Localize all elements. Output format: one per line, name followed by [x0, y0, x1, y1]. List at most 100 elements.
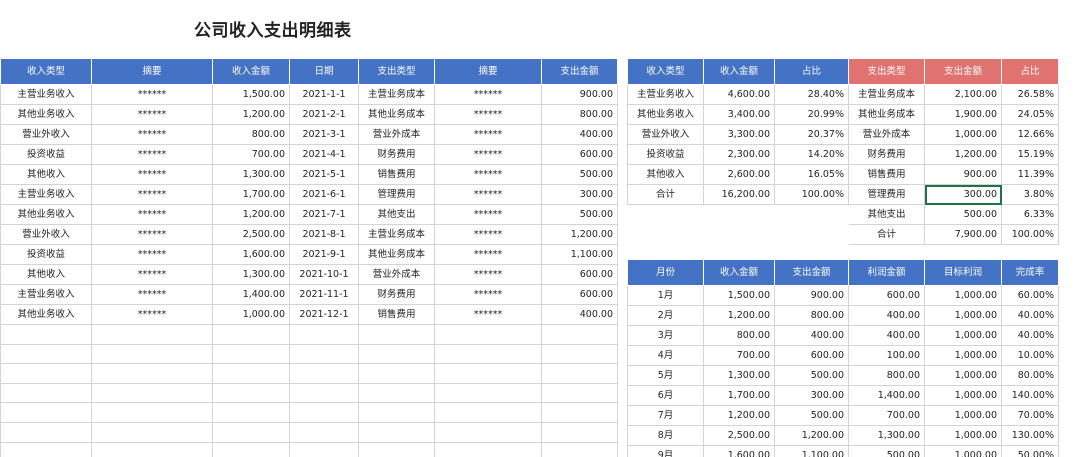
table-cell[interactable]: 800.00	[774, 305, 849, 326]
table-cell[interactable]: 1,100.00	[541, 244, 618, 265]
table-cell[interactable]	[212, 421, 290, 443]
table-cell[interactable]: 600.00	[774, 345, 849, 366]
table-cell[interactable]: 800.00	[212, 124, 290, 145]
table-cell[interactable]: ******	[91, 224, 213, 245]
table-cell[interactable]: ******	[91, 184, 213, 205]
table-cell[interactable]	[434, 382, 542, 404]
table-cell[interactable]: 7月	[627, 405, 704, 426]
table-cell[interactable]: ******	[91, 244, 213, 265]
table-cell[interactable]: 50.00%	[1001, 445, 1059, 457]
table-cell[interactable]: ******	[91, 144, 213, 165]
table-cell[interactable]: 500.00	[774, 405, 849, 426]
table-cell[interactable]	[0, 324, 92, 345]
table-cell[interactable]	[628, 225, 704, 245]
table-cell[interactable]: 2021-7-1	[289, 204, 359, 225]
table-cell[interactable]: 1,200.00	[703, 405, 775, 426]
table-cell[interactable]: 其他业务收入	[0, 204, 92, 225]
table-cell[interactable]: ******	[434, 164, 542, 185]
table-cell[interactable]: 16.05%	[774, 164, 849, 185]
table-cell[interactable]: 900.00	[774, 285, 849, 306]
table-cell[interactable]: 1,200.00	[541, 224, 618, 245]
table-cell[interactable]	[358, 441, 435, 457]
selected-cell[interactable]: 300.00	[924, 184, 1002, 205]
table-cell[interactable]	[628, 205, 704, 225]
table-cell[interactable]	[541, 363, 618, 384]
table-cell[interactable]	[434, 363, 542, 384]
table-cell[interactable]: 营业外收入	[627, 124, 704, 145]
table-cell[interactable]	[91, 324, 213, 345]
table-cell[interactable]: 70.00%	[1001, 405, 1059, 426]
monthly-table-header-cell[interactable]: 收入金额	[703, 259, 775, 286]
table-cell[interactable]: 2021-11-1	[289, 284, 359, 305]
table-cell[interactable]: 其他支出	[358, 204, 435, 225]
table-cell[interactable]: 主营业务成本	[358, 224, 435, 245]
table-cell[interactable]: 900.00	[541, 84, 618, 105]
table-cell[interactable]: 6.33%	[1001, 204, 1059, 225]
table-cell[interactable]: 3.80%	[1001, 184, 1059, 205]
table-cell[interactable]	[91, 441, 213, 457]
table-cell[interactable]: 1,400.00	[212, 284, 290, 305]
table-cell[interactable]	[91, 402, 213, 423]
table-cell[interactable]: 900.00	[924, 164, 1002, 185]
table-cell[interactable]: 2021-2-1	[289, 104, 359, 125]
table-cell[interactable]: 1月	[627, 285, 704, 306]
table-cell[interactable]: 其他业务收入	[0, 104, 92, 125]
table-cell[interactable]: 140.00%	[1001, 385, 1059, 406]
table-cell[interactable]: 3,300.00	[703, 124, 775, 145]
table-cell[interactable]: ******	[434, 244, 542, 265]
table-cell[interactable]: 130.00%	[1001, 425, 1059, 446]
table-cell[interactable]	[704, 225, 775, 245]
table-cell[interactable]: 40.00%	[1001, 325, 1059, 346]
table-cell[interactable]: 管理费用	[848, 184, 925, 205]
table-cell[interactable]: 财务费用	[358, 144, 435, 165]
table-cell[interactable]: ******	[434, 184, 542, 205]
table-cell[interactable]	[289, 441, 359, 457]
table-cell[interactable]: 300.00	[774, 385, 849, 406]
table-cell[interactable]: 销售费用	[358, 304, 435, 325]
table-cell[interactable]: 16,200.00	[703, 184, 775, 205]
table-cell[interactable]: 其他业务成本	[358, 244, 435, 265]
table-cell[interactable]: 1,100.00	[774, 445, 849, 457]
table-cell[interactable]	[541, 324, 618, 345]
table-cell[interactable]	[0, 402, 92, 423]
table-cell[interactable]: 600.00	[541, 284, 618, 305]
table-cell[interactable]: 4月	[627, 345, 704, 366]
main-table-header-cell[interactable]: 收入金额	[212, 58, 290, 85]
table-cell[interactable]: 财务费用	[848, 144, 925, 165]
table-cell[interactable]	[212, 402, 290, 423]
table-cell[interactable]: 60.00%	[1001, 285, 1059, 306]
table-cell[interactable]: 15.19%	[1001, 144, 1059, 165]
table-cell[interactable]: 6月	[627, 385, 704, 406]
table-cell[interactable]	[212, 343, 290, 365]
table-cell[interactable]: ******	[434, 104, 542, 125]
table-cell[interactable]: 1,900.00	[924, 104, 1002, 125]
table-cell[interactable]: 投资收益	[0, 244, 92, 265]
table-cell[interactable]: 合计	[627, 184, 704, 205]
table-cell[interactable]: 800.00	[703, 325, 775, 346]
table-cell[interactable]: 4,600.00	[703, 84, 775, 105]
main-table-header-cell[interactable]: 支出类型	[358, 58, 435, 85]
table-cell[interactable]: 1,000.00	[924, 345, 1002, 366]
table-cell[interactable]	[541, 343, 618, 365]
table-cell[interactable]: 营业外成本	[358, 124, 435, 145]
table-cell[interactable]: 1,200.00	[703, 305, 775, 326]
table-cell[interactable]	[0, 363, 92, 384]
table-cell[interactable]	[541, 441, 618, 457]
table-cell[interactable]: 2,500.00	[212, 224, 290, 245]
table-cell[interactable]	[541, 402, 618, 423]
table-cell[interactable]: 1,400.00	[848, 385, 925, 406]
summary-table-header-cell[interactable]: 支出金额	[924, 58, 1002, 85]
table-cell[interactable]: 营业外收入	[0, 224, 92, 245]
table-cell[interactable]: 其他业务成本	[848, 104, 925, 125]
table-cell[interactable]: 主营业务收入	[0, 284, 92, 305]
table-cell[interactable]: 1,000.00	[924, 325, 1002, 346]
table-cell[interactable]: 主营业务收入	[0, 184, 92, 205]
table-cell[interactable]: 400.00	[848, 325, 925, 346]
table-cell[interactable]: ******	[91, 164, 213, 185]
table-cell[interactable]	[212, 441, 290, 457]
table-cell[interactable]: 5月	[627, 365, 704, 386]
table-cell[interactable]: ******	[91, 84, 213, 105]
table-cell[interactable]: 销售费用	[848, 164, 925, 185]
table-cell[interactable]: 其他业务成本	[358, 104, 435, 125]
table-cell[interactable]: 500.00	[848, 445, 925, 457]
